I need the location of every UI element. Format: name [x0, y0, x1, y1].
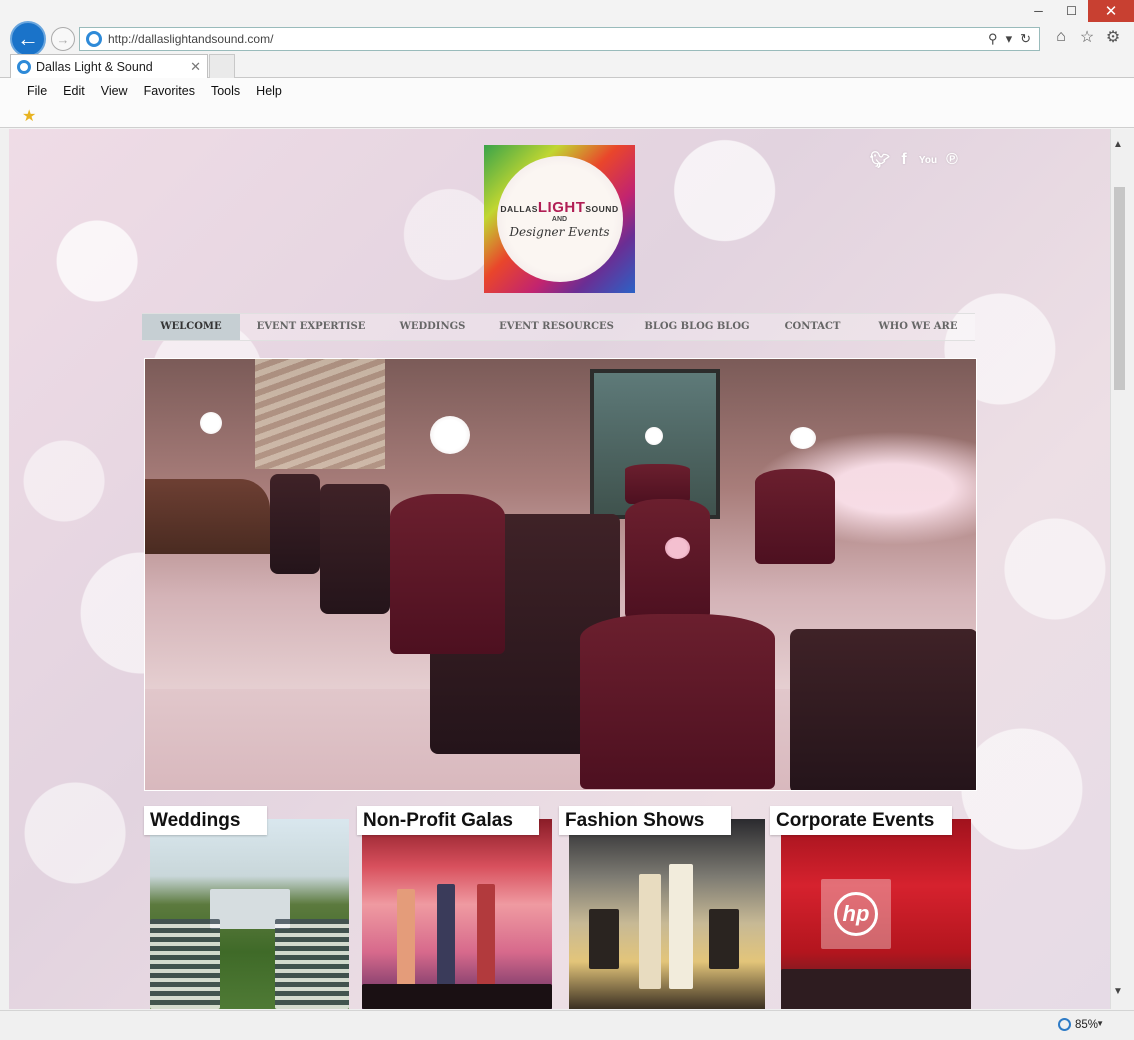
logo-and: AND	[551, 216, 568, 223]
twitter-icon[interactable]: 🐦︎	[870, 150, 890, 170]
chevron-down-icon[interactable]: ▼	[1096, 1019, 1104, 1028]
hero-stairs	[255, 359, 385, 469]
hp-sign: hp	[821, 879, 891, 949]
hero-table	[390, 494, 505, 654]
arrow-left-icon: ←	[17, 26, 39, 51]
ie-icon	[86, 31, 102, 47]
logo-script: Designer Events	[509, 225, 610, 239]
pinterest-icon[interactable]: ℗	[943, 150, 961, 170]
hero-sofa	[320, 484, 390, 614]
hero-flower	[645, 427, 663, 445]
add-favorite-icon[interactable]: ★	[22, 106, 36, 126]
forward-button[interactable]: →	[51, 27, 75, 51]
spectator	[589, 909, 619, 969]
nav-welcome[interactable]: WELCOME	[142, 314, 240, 340]
main-nav: WELCOME EVENT EXPERTISE WEDDINGS EVENT R…	[142, 313, 975, 341]
chairs-left	[150, 919, 220, 1009]
site-logo[interactable]: DALLASLIGHTSOUND AND Designer Events	[484, 145, 635, 293]
url-input[interactable]: http://dallaslightandsound.com/	[108, 32, 988, 46]
browser-toolbar-icons: ⌂ ☆ ⚙	[1052, 28, 1122, 46]
facebook-icon[interactable]: f	[895, 150, 913, 170]
event-label-weddings[interactable]: Weddings	[144, 806, 267, 835]
hero-sofa	[270, 474, 320, 574]
hero-table	[755, 469, 835, 564]
chevron-down-icon[interactable]: ▾	[1006, 31, 1013, 47]
hero-image	[144, 358, 977, 791]
star-icon[interactable]: ☆	[1078, 28, 1096, 46]
spectator	[709, 909, 739, 969]
status-bar: 85% ▼	[0, 1010, 1134, 1040]
scroll-up-icon[interactable]: ▲	[1113, 139, 1123, 150]
minimize-button[interactable]: ─	[1022, 0, 1055, 22]
gear-icon[interactable]: ⚙	[1104, 28, 1122, 46]
address-actions: ⚲ ▾ ↻	[988, 31, 1031, 47]
page-viewport: DALLASLIGHTSOUND AND Designer Events 🐦︎ …	[9, 129, 1110, 1009]
search-icon[interactable]: ⚲	[988, 31, 998, 47]
nav-contact[interactable]: CONTACT	[764, 314, 861, 340]
weddings-image[interactable]	[150, 819, 349, 1009]
hp-logo: hp	[834, 892, 878, 936]
hero-table	[580, 614, 775, 789]
arrow-right-icon: →	[56, 31, 70, 47]
menu-help[interactable]: Help	[248, 81, 290, 101]
menu-file[interactable]: File	[19, 81, 55, 101]
hero-flower	[200, 412, 222, 434]
performer	[397, 889, 415, 989]
performer	[477, 884, 495, 989]
galas-image[interactable]	[362, 819, 552, 1009]
logo-wordmark: DALLASLIGHTSOUND	[500, 199, 619, 216]
hero-bar	[145, 479, 270, 554]
zoom-level: 85%	[1074, 1018, 1098, 1031]
hero-flower	[430, 416, 470, 454]
scroll-down-icon[interactable]: ▼	[1113, 986, 1123, 997]
menu-tools[interactable]: Tools	[203, 81, 248, 101]
menu-favorites[interactable]: Favorites	[136, 81, 203, 101]
close-button[interactable]: ✕	[1088, 0, 1134, 22]
zoom-control[interactable]: 85%	[1057, 1018, 1098, 1031]
hero-sofa	[790, 629, 976, 790]
tab-active[interactable]: Dallas Light & Sound ✕	[10, 54, 208, 78]
tab-close-icon[interactable]: ✕	[190, 59, 201, 75]
model	[669, 864, 693, 989]
hero-flower	[790, 427, 816, 449]
address-bar[interactable]: http://dallaslightandsound.com/ ⚲ ▾ ↻	[79, 27, 1040, 51]
nav-event-resources[interactable]: EVENT RESOURCES	[483, 314, 630, 340]
youtube-icon[interactable]: You	[919, 150, 937, 170]
event-label-corporate[interactable]: Corporate Events	[770, 806, 952, 835]
logo-circle: DALLASLIGHTSOUND AND Designer Events	[496, 156, 623, 282]
event-label-fashion[interactable]: Fashion Shows	[559, 806, 731, 835]
nav-blog[interactable]: BLOG BLOG BLOG	[630, 314, 764, 340]
chairs-right	[275, 919, 349, 1009]
stage	[362, 984, 552, 1009]
browser-chrome: ─ ☐ ✕ ← → http://dallaslightandsound.com…	[0, 0, 1134, 129]
new-tab-button[interactable]	[209, 54, 235, 78]
hero-flower	[665, 537, 690, 559]
nav-weddings[interactable]: WEDDINGS	[382, 314, 483, 340]
home-icon[interactable]: ⌂	[1052, 28, 1070, 46]
menu-view[interactable]: View	[93, 81, 136, 101]
menu-bar: File Edit View Favorites Tools Help ★	[0, 78, 1134, 128]
nav-who-we-are[interactable]: WHO WE ARE	[861, 314, 975, 340]
maximize-button[interactable]: ☐	[1055, 0, 1088, 22]
audience	[781, 969, 971, 1009]
ie-icon	[17, 59, 31, 74]
back-button[interactable]: ←	[10, 21, 46, 57]
tab-row: Dallas Light & Sound ✕	[0, 54, 1134, 78]
model	[639, 874, 661, 989]
tab-title: Dallas Light & Sound	[36, 59, 153, 74]
refresh-icon[interactable]: ↻	[1020, 31, 1031, 47]
vertical-scrollbar[interactable]: ▲ ▼	[1110, 129, 1127, 1009]
hero-table	[625, 464, 690, 504]
window-controls: ─ ☐ ✕	[1022, 0, 1134, 22]
hero-table	[625, 499, 710, 619]
performer	[437, 884, 455, 989]
menu-edit[interactable]: Edit	[55, 81, 93, 101]
social-links: 🐦︎ f You ℗	[870, 150, 961, 170]
corporate-image[interactable]: hp	[781, 819, 971, 1009]
fashion-image[interactable]	[569, 819, 765, 1009]
event-label-galas[interactable]: Non-Profit Galas	[357, 806, 539, 835]
nav-event-expertise[interactable]: EVENT EXPERTISE	[240, 314, 382, 340]
zoom-icon	[1057, 1018, 1071, 1031]
scroll-thumb[interactable]	[1114, 187, 1125, 390]
